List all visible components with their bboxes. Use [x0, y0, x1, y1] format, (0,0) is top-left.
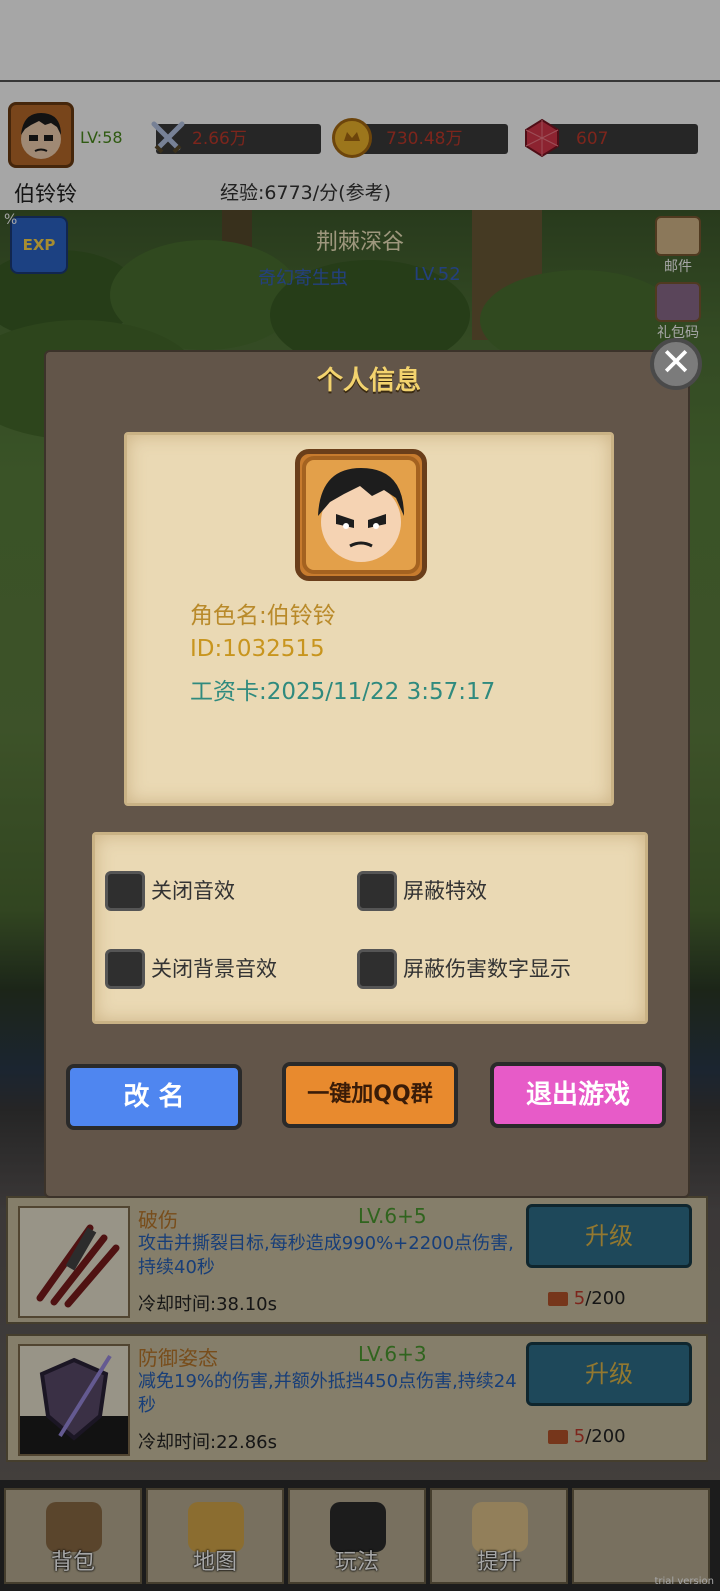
checkbox[interactable]: [105, 871, 145, 911]
option-label: 关闭音效: [151, 879, 235, 903]
close-button[interactable]: ✕: [650, 338, 702, 390]
role-name: 角色名:伯铃铃: [190, 603, 336, 629]
player-id: ID:1032515: [190, 636, 325, 662]
settings-panel: 关闭音效 屏蔽特效 关闭背景音效 屏蔽伤害数字显示: [92, 832, 648, 1024]
game-screen: LV:58 2.66万 730.48万 607 伯铃铃 经验:6773/分(参考…: [0, 0, 720, 1591]
checkbox[interactable]: [357, 949, 397, 989]
join-qq-group-button[interactable]: 一键加QQ群: [282, 1062, 458, 1128]
rename-button[interactable]: 改 名: [66, 1064, 242, 1130]
dialog-title: 个人信息: [316, 366, 421, 396]
option-label: 关闭背景音效: [151, 957, 277, 981]
checkbox[interactable]: [357, 871, 397, 911]
salary-card: 工资卡:2025/11/22 3:57:17: [190, 679, 496, 705]
option-label: 屏蔽特效: [403, 879, 487, 903]
close-icon: ✕: [660, 340, 692, 384]
exit-game-button[interactable]: 退出游戏: [490, 1062, 666, 1128]
personal-info-dialog: 个人信息 角色名:伯铃铃 ID:1032515 工资卡:2025/11/22 3…: [44, 350, 690, 1198]
face-icon: [302, 456, 420, 574]
profile-portrait: [295, 449, 427, 581]
option-label: 屏蔽伤害数字显示: [403, 957, 571, 981]
checkbox[interactable]: [105, 949, 145, 989]
